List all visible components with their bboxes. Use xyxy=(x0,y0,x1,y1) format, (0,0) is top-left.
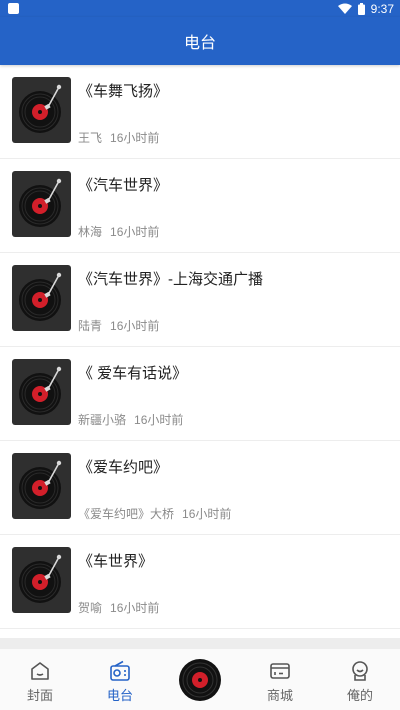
notification-square-icon xyxy=(8,3,19,14)
shop-card-icon xyxy=(270,663,290,679)
nav-player[interactable] xyxy=(160,649,240,710)
list-item[interactable]: 《 爱车有话说》 新疆小骆 16小时前 xyxy=(0,347,400,441)
divider-band xyxy=(0,638,400,649)
item-author: 新疆小骆 xyxy=(78,413,127,427)
app-bar: 电台 xyxy=(0,17,400,65)
home-icon xyxy=(31,662,49,680)
page-title: 电台 xyxy=(183,35,216,52)
list-item[interactable]: 《车舞飞扬》 王飞 16小时前 xyxy=(0,65,400,159)
battery-icon xyxy=(357,2,365,15)
list-item[interactable]: 《爱车约吧》 《爱车约吧》大桥 16小时前 xyxy=(0,441,400,535)
record-thumbnail xyxy=(12,265,71,331)
nav-shop[interactable]: 商城 xyxy=(240,649,320,710)
item-author: 王飞 xyxy=(78,131,103,145)
radio-icon xyxy=(110,660,130,681)
item-time: 16小时前 xyxy=(134,413,184,427)
record-thumbnail xyxy=(12,453,71,519)
item-meta: 贺喻 16小时前 xyxy=(78,599,159,616)
status-bar: 9:37 xyxy=(0,0,400,17)
item-meta: 王飞 16小时前 xyxy=(78,129,159,146)
nav-radio[interactable]: 电台 xyxy=(80,649,160,710)
radio-list: 《车舞飞扬》 王飞 16小时前 《汽车世界》 林海 16小时前 《汽车世界》-上… xyxy=(0,65,400,629)
item-time: 16小时前 xyxy=(182,507,232,521)
item-meta: 林海 16小时前 xyxy=(78,223,159,240)
profile-icon xyxy=(352,661,368,681)
record-thumbnail xyxy=(12,77,71,143)
item-meta: 新疆小骆 16小时前 xyxy=(78,411,183,428)
item-time: 16小时前 xyxy=(110,601,160,615)
item-title: 《车舞飞扬》 xyxy=(78,83,169,100)
item-title: 《汽车世界》-上海交通广播 xyxy=(78,271,263,288)
item-author: 陆青 xyxy=(78,319,103,333)
nav-shop-label: 商城 xyxy=(266,688,293,703)
record-player-icon xyxy=(179,658,221,701)
list-item[interactable]: 《汽车世界》 林海 16小时前 xyxy=(0,159,400,253)
item-author: 《爱车约吧》大桥 xyxy=(78,507,175,521)
nav-profile[interactable]: 俺的 xyxy=(320,649,400,710)
status-time: 9:37 xyxy=(370,1,394,16)
nav-home-label: 封面 xyxy=(26,688,53,703)
list-item[interactable]: 《汽车世界》-上海交通广播 陆青 16小时前 xyxy=(0,253,400,347)
nav-home[interactable]: 封面 xyxy=(0,649,80,710)
item-time: 16小时前 xyxy=(110,131,160,145)
item-title: 《车世界》 xyxy=(78,553,154,570)
list-item[interactable]: 《车世界》 贺喻 16小时前 xyxy=(0,535,400,629)
nav-profile-label: 俺的 xyxy=(346,688,373,703)
item-meta: 陆青 16小时前 xyxy=(78,317,159,334)
item-title: 《 爱车有话说》 xyxy=(78,365,188,382)
record-thumbnail xyxy=(12,547,71,613)
nav-radio-label: 电台 xyxy=(106,688,133,703)
record-thumbnail xyxy=(12,359,71,425)
wifi-icon xyxy=(337,3,352,14)
item-meta: 《爱车约吧》大桥 16小时前 xyxy=(78,505,231,522)
item-time: 16小时前 xyxy=(110,225,160,239)
item-title: 《爱车约吧》 xyxy=(78,459,169,476)
item-author: 贺喻 xyxy=(78,601,103,615)
item-title: 《汽车世界》 xyxy=(78,177,169,194)
record-thumbnail xyxy=(12,171,71,237)
bottom-nav: 封面 电台 商城 俺的 xyxy=(0,649,400,710)
item-time: 16小时前 xyxy=(110,319,160,333)
item-author: 林海 xyxy=(78,225,103,239)
